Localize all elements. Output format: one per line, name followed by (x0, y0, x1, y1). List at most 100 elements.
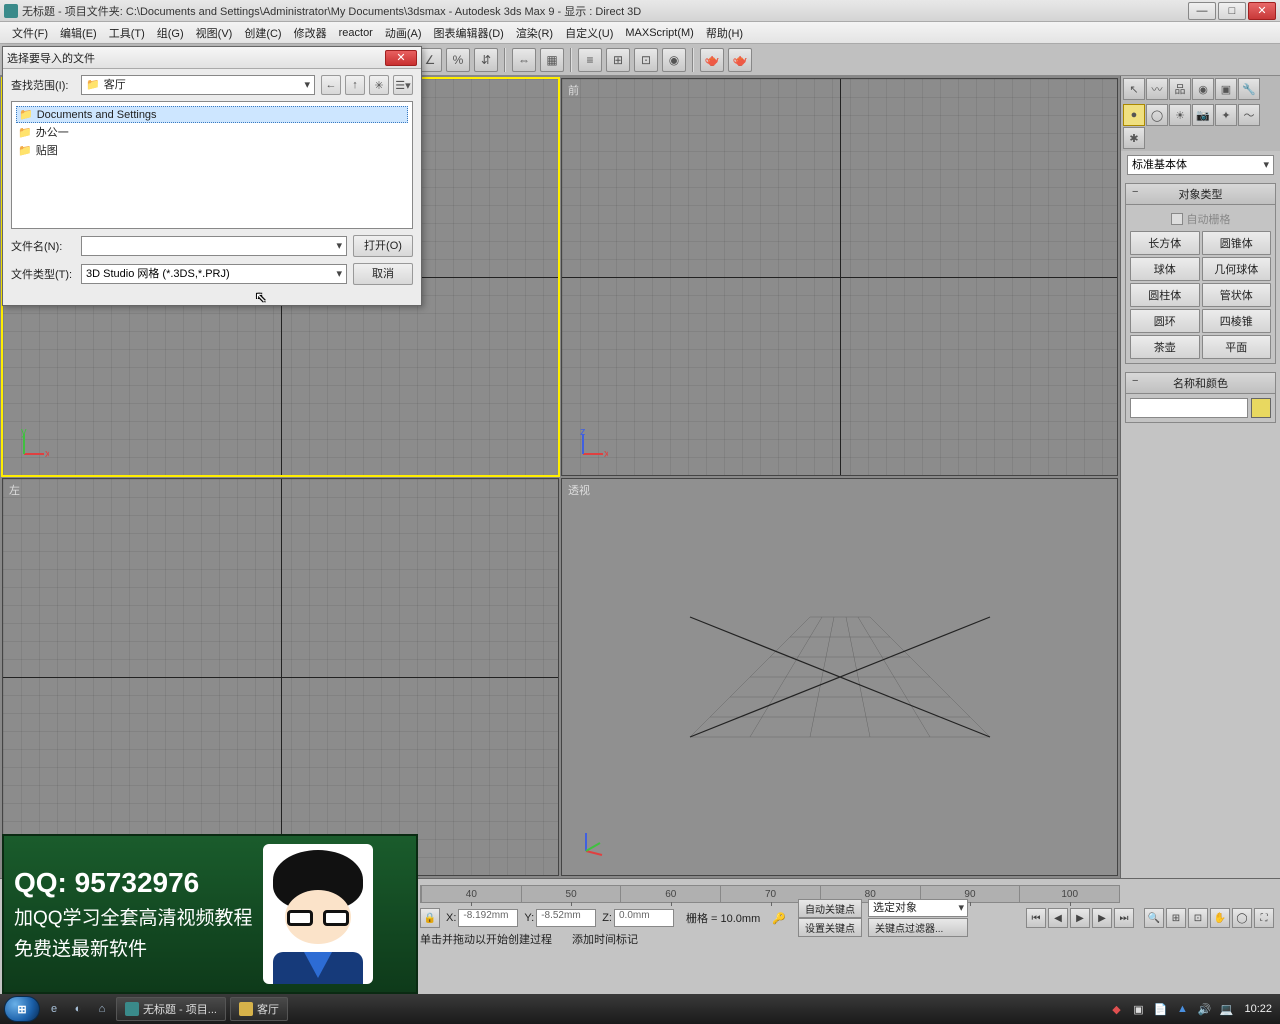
tube-button[interactable]: 管状体 (1202, 283, 1272, 307)
zoom-extents-icon[interactable]: ⊡ (1188, 908, 1208, 928)
geometry-tab-icon[interactable]: ● (1123, 104, 1145, 126)
new-folder-icon[interactable]: ✳ (369, 75, 389, 95)
color-swatch[interactable] (1251, 398, 1271, 418)
taskbar-app-3dsmax[interactable]: 无标题 - 项目... (116, 997, 226, 1021)
torus-button[interactable]: 圆环 (1130, 309, 1200, 333)
taskbar-app-folder[interactable]: 客厅 (230, 997, 288, 1021)
list-item[interactable]: 📁贴图 (16, 141, 408, 159)
filename-input[interactable] (81, 236, 347, 256)
menu-graph-editors[interactable]: 图表编辑器(D) (428, 23, 510, 43)
play-icon[interactable]: ▶ (1070, 908, 1090, 928)
menu-create[interactable]: 创建(C) (238, 23, 287, 43)
menu-animation[interactable]: 动画(A) (379, 23, 428, 43)
explorer-icon[interactable]: ⌂ (92, 999, 112, 1019)
setkey-button[interactable]: 设置关键点 (798, 918, 862, 937)
helpers-tab-icon[interactable]: ✦ (1215, 104, 1237, 126)
modify-tab-icon[interactable]: 〰 (1146, 78, 1168, 100)
prev-frame-icon[interactable]: ◀ (1048, 908, 1068, 928)
z-coord-input[interactable]: 0.0mm (614, 909, 674, 927)
clock[interactable]: 10:22 (1240, 1003, 1276, 1015)
align-icon[interactable]: ▦ (540, 48, 564, 72)
spinner-snap-icon[interactable]: ⇵ (474, 48, 498, 72)
geosphere-button[interactable]: 几何球体 (1202, 257, 1272, 281)
cylinder-button[interactable]: 圆柱体 (1130, 283, 1200, 307)
pan-icon[interactable]: ✋ (1210, 908, 1230, 928)
start-button[interactable]: ⊞ (4, 996, 40, 1022)
orbit-icon[interactable]: ◯ (1232, 908, 1252, 928)
pyramid-button[interactable]: 四棱锥 (1202, 309, 1272, 333)
material-icon[interactable]: ◉ (662, 48, 686, 72)
layer-icon[interactable]: ≡ (578, 48, 602, 72)
spacewarps-tab-icon[interactable]: 〜 (1238, 104, 1260, 126)
open-button[interactable]: 打开(O) (353, 235, 413, 257)
menu-customize[interactable]: 自定义(U) (559, 23, 619, 43)
network-icon[interactable]: 💻 (1218, 1001, 1234, 1017)
dialog-close-button[interactable]: ✕ (385, 50, 417, 66)
menu-file[interactable]: 文件(F) (6, 23, 54, 43)
maximize-viewport-icon[interactable]: ⛶ (1254, 908, 1274, 928)
rollout-header[interactable]: 对象类型 (1126, 184, 1275, 205)
file-list[interactable]: 📁Documents and Settings 📁办公一 📁贴图 (11, 101, 413, 229)
close-button[interactable]: ✕ (1248, 2, 1276, 20)
cancel-button[interactable]: 取消 (353, 263, 413, 285)
menu-edit[interactable]: 编辑(E) (54, 23, 103, 43)
menu-modifiers[interactable]: 修改器 (288, 23, 333, 43)
media-icon[interactable]: ◐ (68, 999, 88, 1019)
menu-reactor[interactable]: reactor (333, 25, 379, 41)
menu-tools[interactable]: 工具(T) (103, 23, 151, 43)
viewport-left[interactable]: 左 (2, 478, 559, 876)
menu-maxscript[interactable]: MAXScript(M) (619, 25, 699, 41)
curve-editor-icon[interactable]: ⊞ (606, 48, 630, 72)
utilities-tab-icon[interactable]: 🔧 (1238, 78, 1260, 100)
y- -coord-input[interactable]: -8.52mm (536, 909, 596, 927)
key-filters-button[interactable]: 关键点过滤器... (868, 918, 968, 937)
zoom-icon[interactable]: 🔍 (1144, 908, 1164, 928)
list-item[interactable]: 📁Documents and Settings (16, 106, 408, 123)
ie-icon[interactable]: e (44, 999, 64, 1019)
mirror-icon[interactable]: ⇔ (512, 48, 536, 72)
back-icon[interactable]: ← (321, 75, 341, 95)
minimize-button[interactable]: — (1188, 2, 1216, 20)
filetype-dropdown[interactable]: 3D Studio 网格 (*.3DS,*.PRJ) (81, 264, 347, 284)
up-icon[interactable]: ↑ (345, 75, 365, 95)
primitive-type-dropdown[interactable]: 标准基本体 (1127, 155, 1274, 175)
view-menu-icon[interactable]: ☰▾ (393, 75, 413, 95)
hierarchy-tab-icon[interactable]: 品 (1169, 78, 1191, 100)
viewport-front[interactable]: 前 xz (561, 78, 1118, 476)
lookin-dropdown[interactable]: 📁客厅 (81, 75, 315, 95)
selection-lock-icon[interactable]: 🔒 (420, 908, 440, 928)
menu-group[interactable]: 组(G) (151, 23, 190, 43)
time-ruler[interactable]: 40 50 60 70 80 90 100 (420, 885, 1120, 903)
display-tab-icon[interactable]: ▣ (1215, 78, 1237, 100)
autogrid-checkbox[interactable]: 自动栅格 (1130, 209, 1271, 231)
goto-start-icon[interactable]: ⏮ (1026, 908, 1046, 928)
percent-snap-icon[interactable]: % (446, 48, 470, 72)
x-coord-input[interactable]: -8.192mm (458, 909, 518, 927)
cone-button[interactable]: 圆锥体 (1202, 231, 1272, 255)
lights-tab-icon[interactable]: ☀ (1169, 104, 1191, 126)
schematic-icon[interactable]: ⊡ (634, 48, 658, 72)
volume-icon[interactable]: 🔊 (1196, 1001, 1212, 1017)
render-scene-icon[interactable]: 🫖 (700, 48, 724, 72)
cameras-tab-icon[interactable]: 📷 (1192, 104, 1214, 126)
autokey-button[interactable]: 自动关键点 (798, 899, 862, 918)
list-item[interactable]: 📁办公一 (16, 123, 408, 141)
systems-tab-icon[interactable]: ✱ (1123, 127, 1145, 149)
menu-help[interactable]: 帮助(H) (700, 23, 749, 43)
teapot-button[interactable]: 茶壶 (1130, 335, 1200, 359)
create-tab-icon[interactable]: ↖ (1123, 78, 1145, 100)
next-frame-icon[interactable]: ▶ (1092, 908, 1112, 928)
maximize-button[interactable]: □ (1218, 2, 1246, 20)
sphere-button[interactable]: 球体 (1130, 257, 1200, 281)
key-selection-dropdown[interactable]: 选定对象 (868, 899, 968, 917)
tray-icon[interactable]: ▲ (1174, 1001, 1190, 1017)
menu-views[interactable]: 视图(V) (190, 23, 239, 43)
motion-tab-icon[interactable]: ◉ (1192, 78, 1214, 100)
add-time-marker[interactable]: 添加时间标记 (572, 931, 638, 947)
tray-icon[interactable]: 📄 (1152, 1001, 1168, 1017)
viewport-perspective[interactable]: 透视 (561, 478, 1118, 876)
tray-icon[interactable]: ◆ (1108, 1001, 1124, 1017)
object-name-input[interactable] (1130, 398, 1248, 418)
shapes-tab-icon[interactable]: ◯ (1146, 104, 1168, 126)
zoom-all-icon[interactable]: ⊞ (1166, 908, 1186, 928)
